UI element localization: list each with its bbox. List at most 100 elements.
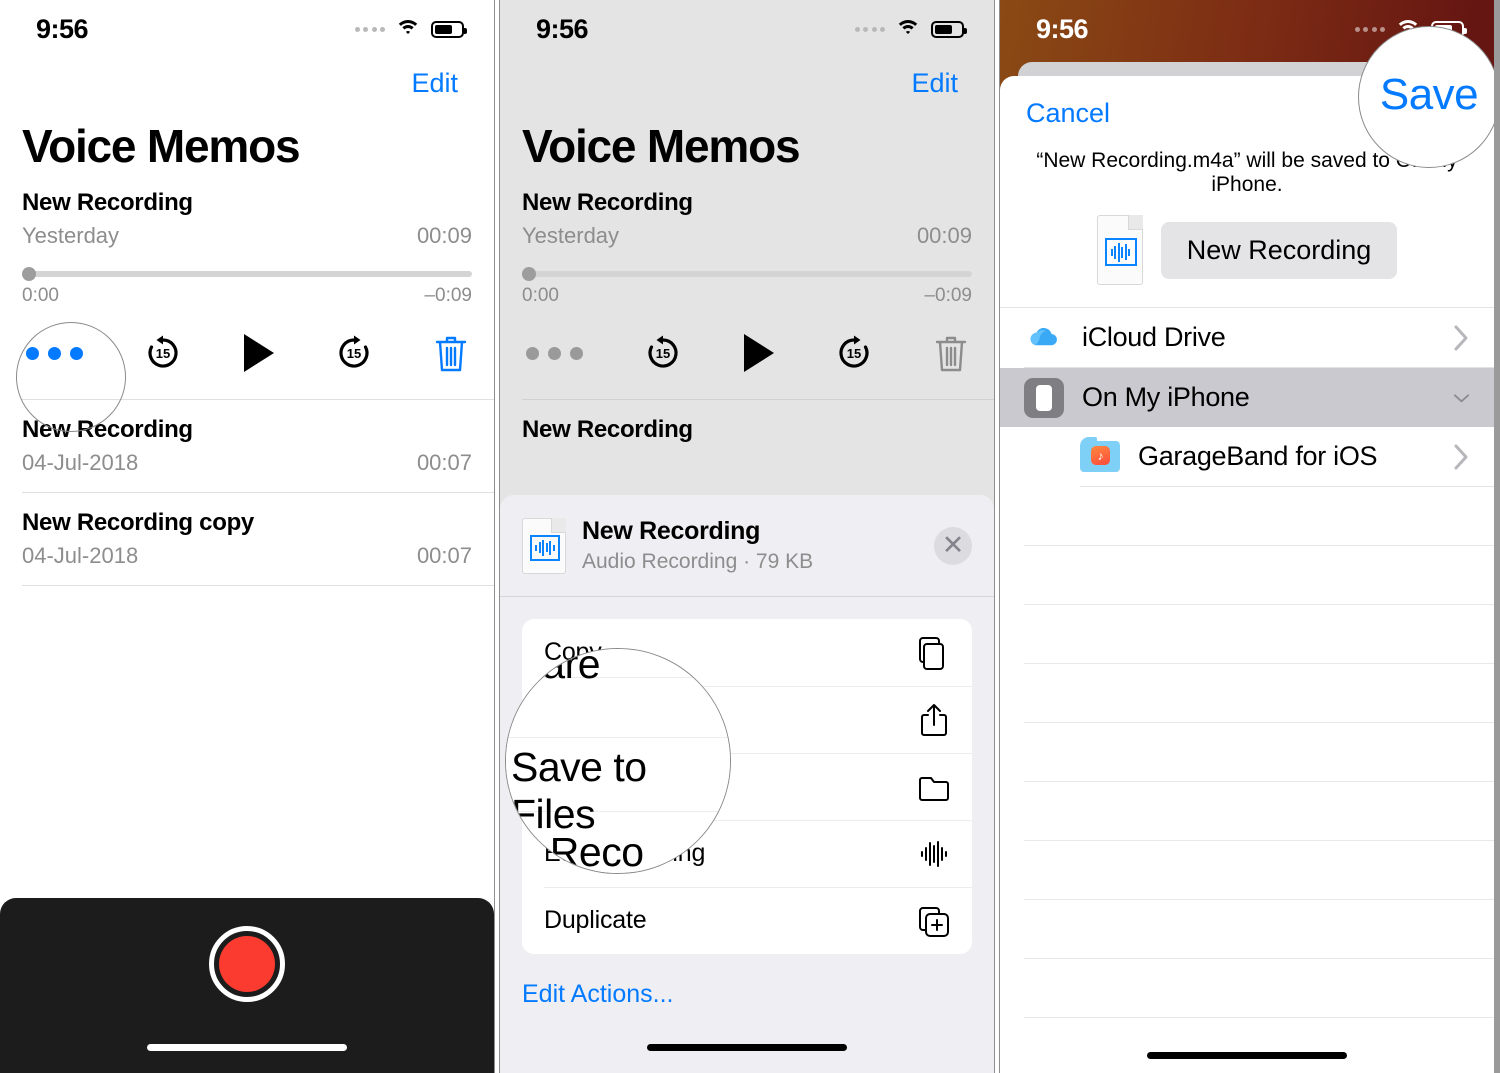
location-on-my-iphone[interactable]: On My iPhone (1000, 368, 1494, 427)
scrubber-knob[interactable] (522, 267, 536, 281)
panel-files-save-picker: 9:56 Cancel Save “New Recording.m4a” wil… (1000, 0, 1494, 1073)
selected-memo[interactable]: New Recording Yesterday 00:09 (0, 173, 494, 249)
share-sheet-header: New Recording Audio Recording · 79 KB ✕ (500, 495, 994, 597)
home-indicator (1147, 1052, 1347, 1059)
delete-button[interactable] (434, 333, 468, 373)
playback-controls: 15 15 (500, 307, 994, 399)
waveform-glyph (1104, 238, 1137, 266)
scrubber-knob[interactable] (22, 267, 36, 281)
skip-back-15-icon: 15 (148, 335, 178, 368)
page-title: Voice Memos (22, 120, 301, 172)
edit-row: Edit (500, 58, 994, 99)
filename-field[interactable]: New Recording (1160, 221, 1398, 279)
loupe-save-button: Save (1358, 26, 1494, 168)
edit-button[interactable]: Edit (411, 68, 458, 99)
status-bar-time: 9:56 (1036, 13, 1089, 44)
elapsed-time: 0:00 (522, 285, 559, 306)
filename-row: New Recording (1000, 197, 1494, 307)
cellular-dots-icon (854, 26, 885, 32)
empty-row (1024, 605, 1494, 664)
folder-garageband-icon: ♪ (1080, 436, 1120, 477)
svg-text:15: 15 (347, 346, 361, 361)
audio-file-icon (522, 517, 566, 574)
memo-date: 04-Jul-2018 (22, 543, 139, 568)
record-button[interactable] (209, 926, 285, 1002)
play-button[interactable] (243, 334, 274, 372)
skip-forward-15-button[interactable]: 15 (834, 333, 874, 373)
elapsed-time: 0:00 (22, 285, 59, 306)
memo-subtitle: 04-Jul-2018 00:07 (22, 537, 472, 569)
empty-row (1024, 723, 1494, 782)
empty-row (1024, 841, 1494, 900)
empty-row (1024, 782, 1494, 841)
cancel-button[interactable]: Cancel (1026, 98, 1110, 129)
record-icon (219, 936, 275, 992)
skip-forward-15-icon: 15 (839, 335, 869, 368)
share-file-meta: Audio Recording · 79 KB (582, 550, 814, 573)
loupe-more-options (16, 322, 126, 432)
chevron-right-icon (1453, 324, 1470, 352)
skip-forward-15-button[interactable]: 15 (334, 333, 374, 373)
location-garageband-for-ios[interactable]: ♪ GarageBand for iOS (1000, 427, 1494, 486)
play-button[interactable] (743, 334, 774, 372)
skip-back-15-button[interactable]: 15 (143, 333, 183, 373)
loupe-label: Save (1379, 70, 1479, 119)
edit-row: Edit (0, 58, 494, 99)
status-bar: 9:56 (0, 0, 494, 58)
empty-rows-area (1000, 487, 1494, 1073)
close-icon[interactable]: ✕ (934, 526, 972, 565)
iphone-icon (1024, 377, 1064, 418)
action-label: Duplicate (544, 906, 647, 934)
remaining-time: –0:09 (924, 285, 972, 306)
delete-button[interactable] (934, 333, 968, 373)
folder-icon (918, 770, 950, 804)
copy-icon (918, 636, 950, 670)
status-bar-indicators (854, 19, 967, 39)
memo-date: 04-Jul-2018 (22, 450, 139, 475)
garageband-app-glyph: ♪ (1091, 446, 1110, 465)
trash-icon (935, 336, 967, 372)
remaining-time: –0:09 (424, 285, 472, 306)
files-picker-card: Cancel Save “New Recording.m4a” will be … (1000, 76, 1494, 1073)
memo-duration: 00:07 (416, 543, 472, 568)
edit-actions-button[interactable]: Edit Actions... (500, 954, 994, 1009)
edit-button[interactable]: Edit (911, 68, 958, 99)
empty-row (1024, 959, 1494, 1018)
scrubber-times: 0:00 –0:09 (522, 277, 972, 307)
record-bar (0, 898, 494, 1073)
list-item[interactable]: New Recording (500, 400, 994, 444)
memo-duration: 00:07 (416, 450, 472, 475)
memo-name: New Recording (522, 416, 693, 443)
battery-icon (931, 20, 967, 38)
panel-share-sheet: 9:56 Edit Voice Memos New Recording Yest… (500, 0, 994, 1073)
status-bar-time: 9:56 (36, 13, 89, 44)
memo-name: New Recording (22, 189, 193, 216)
location-label: GarageBand for iOS (1138, 441, 1378, 471)
more-options-button[interactable] (526, 346, 583, 360)
panel-voice-memos-list: 9:56 Edit Voice Memos New Recording Yest… (0, 0, 494, 1073)
svg-text:15: 15 (847, 346, 861, 361)
trash-icon (435, 336, 467, 372)
action-duplicate[interactable]: Duplicate (522, 887, 972, 954)
memo-subtitle: 04-Jul-2018 00:07 (22, 444, 472, 476)
home-indicator (647, 1044, 847, 1051)
play-icon (243, 334, 274, 372)
wifi-icon (895, 19, 921, 39)
playback-scrubber[interactable] (22, 267, 472, 281)
empty-row (1024, 487, 1494, 546)
location-icloud-drive[interactable]: iCloud Drive (1000, 308, 1494, 367)
memo-subtitle: Yesterday 00:09 (22, 217, 472, 249)
skip-back-15-button[interactable]: 15 (643, 333, 683, 373)
memo-duration: 00:09 (916, 223, 972, 248)
chevron-down-icon (1453, 384, 1470, 412)
playback-scrubber[interactable] (522, 267, 972, 281)
status-bar-time: 9:56 (536, 13, 589, 44)
wifi-icon (395, 19, 421, 39)
ellipsis-icon (526, 346, 583, 360)
svg-text:15: 15 (156, 346, 170, 361)
status-bar-indicators (354, 19, 467, 39)
svg-text:15: 15 (656, 346, 670, 361)
selected-memo[interactable]: New Recording Yesterday 00:09 (500, 173, 994, 249)
list-item[interactable]: New Recording copy 04-Jul-2018 00:07 (0, 493, 494, 569)
skip-forward-15-icon: 15 (339, 335, 369, 368)
